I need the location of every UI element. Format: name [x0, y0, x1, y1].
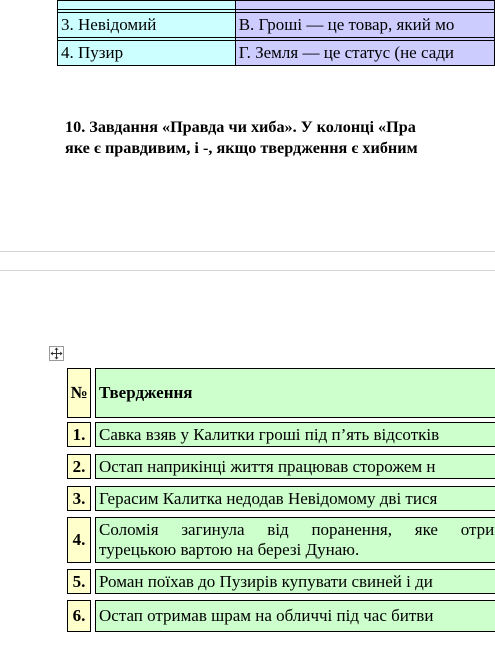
- row-number: 2.: [67, 454, 91, 479]
- task-heading: 10. Завдання «Правда чи хиба». У колонці…: [65, 117, 495, 159]
- statement-cell[interactable]: Остап наприкінці життя працював сторожем…: [95, 454, 495, 479]
- move-arrows-icon: [50, 347, 63, 360]
- table-cell: [235, 0, 495, 10]
- table-row: 4. Пузир Г. Земля — це статус (не сади: [57, 41, 495, 66]
- row-number: 6.: [67, 600, 91, 632]
- statement-cell[interactable]: Герасим Калитка недодав Невідомому дві т…: [95, 486, 495, 511]
- table-cell: [57, 0, 236, 10]
- header-statement: Твердження: [95, 368, 495, 418]
- row-number: 4.: [67, 517, 91, 563]
- row-number: 1.: [67, 422, 91, 447]
- page-break-line: [0, 270, 495, 271]
- table-row: 3. Невідомий В. Гроші — це товар, який м…: [57, 13, 495, 38]
- statement-cell[interactable]: Остап отримав шрам на обличчі під час би…: [95, 600, 495, 632]
- task-line-2: яке є правдивим, і -, якщо твердження є …: [65, 139, 418, 157]
- header-number: №: [67, 368, 91, 418]
- statement-cell[interactable]: Роман поїхав до Пузирів купувати свиней …: [95, 569, 495, 594]
- table-row: [57, 0, 495, 10]
- table-cell: В. Гроші — це товар, який мо: [235, 13, 495, 38]
- answer-match-table: 3. Невідомий В. Гроші — це товар, який м…: [57, 0, 495, 66]
- task-line-1: 10. Завдання «Правда чи хиба». У колонці…: [65, 118, 416, 136]
- page-break-line: [0, 251, 495, 252]
- table-cell: 3. Невідомий: [57, 13, 236, 38]
- table-move-handle-icon[interactable]: [49, 346, 64, 361]
- row-number: 5.: [67, 569, 91, 594]
- row-number: 3.: [67, 486, 91, 511]
- statement-cell[interactable]: Соломія загинула від поранення, яке отри…: [95, 517, 495, 563]
- table-cell: 4. Пузир: [57, 41, 236, 66]
- statement-cell[interactable]: Савка взяв у Калитки гроші під п’ять від…: [95, 422, 495, 447]
- table-cell: Г. Земля — це статус (не сади: [235, 41, 495, 66]
